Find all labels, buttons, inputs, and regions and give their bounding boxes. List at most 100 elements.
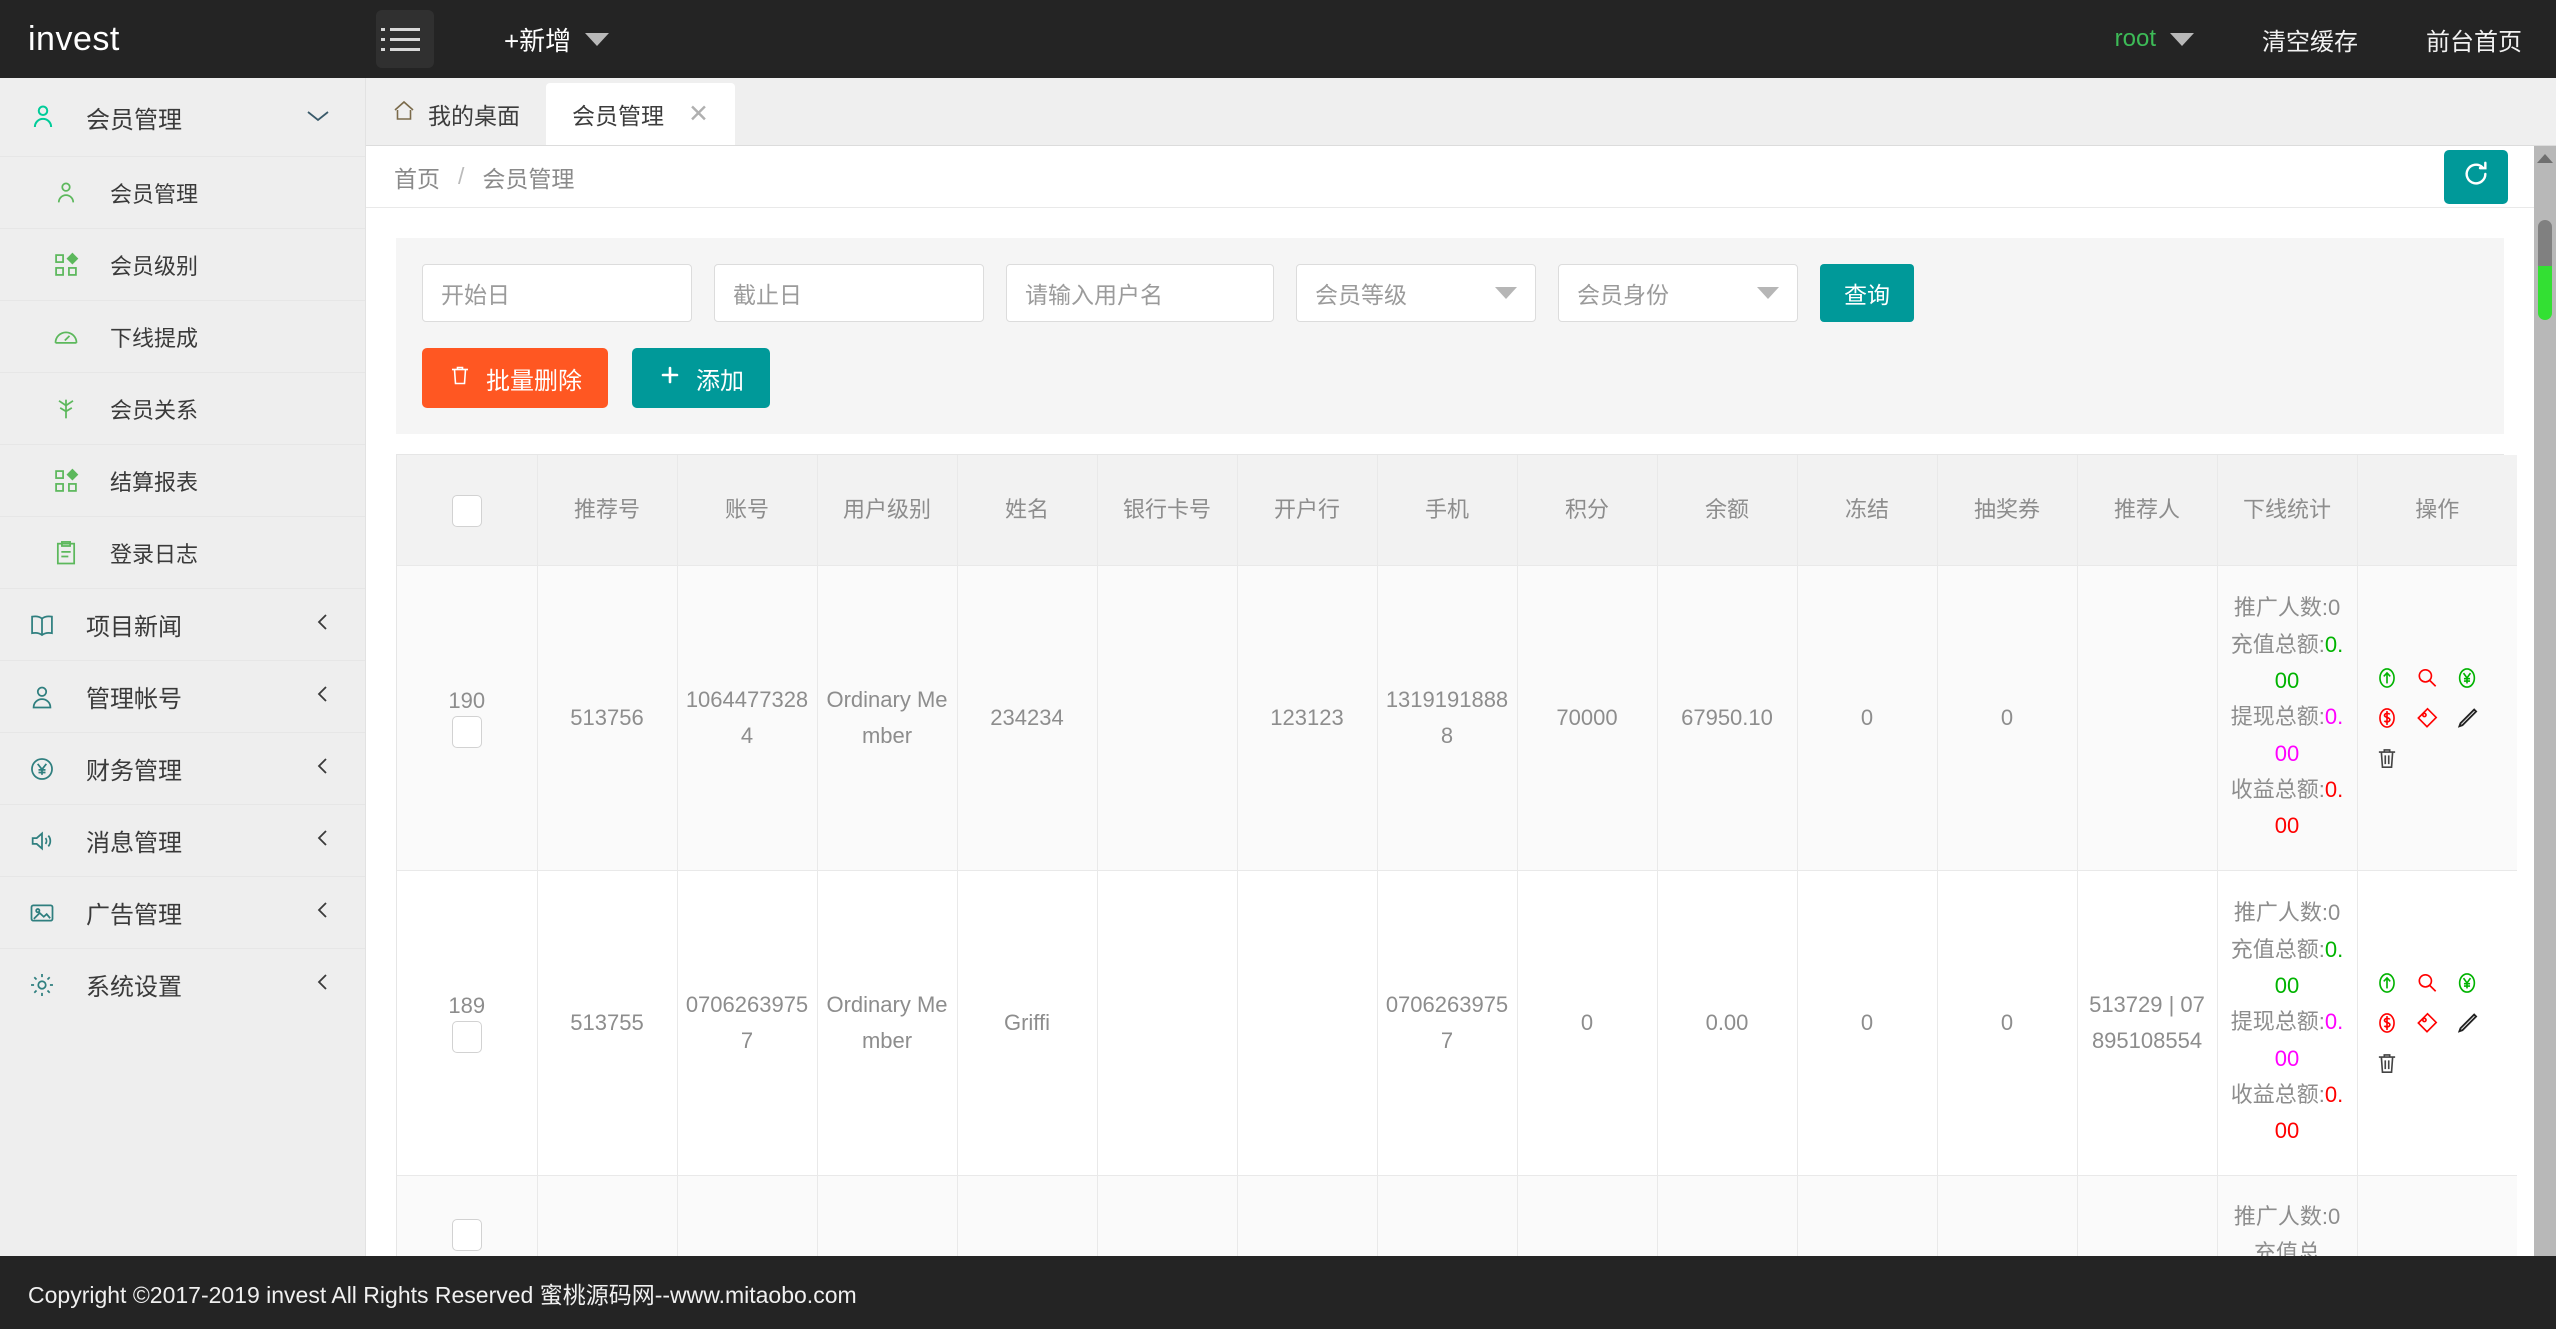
sidebar-item-label: 登录日志 xyxy=(110,537,331,569)
cell-referrer: 513729 | 07895108554 xyxy=(2077,870,2217,1175)
sidebar-item-label: 消息管理 xyxy=(86,823,315,858)
user-icon xyxy=(28,102,68,132)
close-icon[interactable]: ✕ xyxy=(688,99,709,129)
scrollbar-thumb[interactable] xyxy=(2538,220,2552,320)
cell-lottery xyxy=(1937,1175,2077,1256)
breadcrumb-home[interactable]: 首页 xyxy=(394,160,440,194)
member-level-select[interactable]: 会员等级 xyxy=(1296,264,1536,322)
home-icon xyxy=(392,99,416,129)
trash-icon[interactable] xyxy=(2372,1048,2402,1078)
end-date-input[interactable]: 截止日 xyxy=(714,264,984,322)
refresh-icon xyxy=(2460,158,2492,196)
cell-bank xyxy=(1237,1175,1377,1256)
sidebar-item-8[interactable]: 管理帐号 xyxy=(0,660,365,732)
member-identity-placeholder: 会员身份 xyxy=(1577,276,1669,310)
query-button[interactable]: 查询 xyxy=(1820,264,1914,322)
members-table-wrapper: 推荐号 账号 用户级别 姓名 银行卡号 开户行 手机 积分 余额 冻结 抽奖券 … xyxy=(396,454,2504,1256)
dollar-circle-icon[interactable] xyxy=(2372,703,2402,733)
add-label: 添加 xyxy=(696,361,744,396)
cell-lottery: 0 xyxy=(1937,565,2077,870)
col-balance: 余额 xyxy=(1657,455,1797,565)
vertical-scrollbar[interactable] xyxy=(2534,146,2556,1256)
pencil-icon[interactable] xyxy=(2452,703,2482,733)
yen-circle-icon[interactable] xyxy=(2452,968,2482,998)
sidebar-item-11[interactable]: 广告管理 xyxy=(0,876,365,948)
members-table: 推荐号 账号 用户级别 姓名 银行卡号 开户行 手机 积分 余额 冻结 抽奖券 … xyxy=(397,455,2517,1256)
sidebar-item-12[interactable]: 系统设置 xyxy=(0,948,365,1020)
cell-operation xyxy=(2357,1175,2517,1256)
plus-icon xyxy=(658,363,682,394)
row-checkbox[interactable] xyxy=(452,716,482,748)
end-date-placeholder: 截止日 xyxy=(733,276,802,310)
sidebar-item-label: 管理帐号 xyxy=(86,679,315,714)
cell-balance: 67950.10 xyxy=(1657,565,1797,870)
downline-stats: 推广人数:0充值总额:0.00提现总额:0.00收益总额:0.00 xyxy=(2226,895,2349,1149)
batch-delete-label: 批量删除 xyxy=(486,361,582,396)
member-identity-select[interactable]: 会员身份 xyxy=(1558,264,1798,322)
row-select-cell xyxy=(397,1175,537,1256)
grid-icon xyxy=(52,467,92,495)
chevron-down-icon xyxy=(585,33,609,46)
scrollbar-track[interactable] xyxy=(2534,170,2556,1256)
refresh-button[interactable] xyxy=(2444,150,2508,204)
sidebar-item-label: 财务管理 xyxy=(86,751,315,786)
tab-my-desktop[interactable]: 我的桌面 xyxy=(366,83,546,145)
username-input[interactable]: 请输入用户名 xyxy=(1006,264,1274,322)
search-icon[interactable] xyxy=(2412,663,2442,693)
select-all-checkbox[interactable] xyxy=(452,495,482,527)
tag-icon[interactable] xyxy=(2412,1008,2442,1038)
cell-frozen xyxy=(1797,1175,1937,1256)
col-frozen: 冻结 xyxy=(1797,455,1937,565)
dollar-circle-icon[interactable] xyxy=(2372,1008,2402,1038)
search-icon[interactable] xyxy=(2412,968,2442,998)
sidebar-item-6[interactable]: 登录日志 xyxy=(0,516,365,588)
tag-icon[interactable] xyxy=(2412,703,2442,733)
table-head: 推荐号 账号 用户级别 姓名 银行卡号 开户行 手机 积分 余额 冻结 抽奖券 … xyxy=(397,455,2517,565)
menu-toggle-hamburger-icon[interactable] xyxy=(376,10,434,68)
row-checkbox[interactable] xyxy=(452,1021,482,1053)
sidebar-item-4[interactable]: 会员关系 xyxy=(0,372,365,444)
user-menu[interactable]: root xyxy=(2081,25,2228,53)
clear-cache-button[interactable]: 清空缓存 xyxy=(2228,22,2392,57)
cell-referral: 513755 xyxy=(537,870,677,1175)
yen-circle-icon[interactable] xyxy=(2452,663,2482,693)
recharge-stat: 充值总额:0.00 xyxy=(2226,627,2349,700)
add-new-label: +新增 xyxy=(504,21,571,58)
front-home-label: 前台首页 xyxy=(2426,22,2522,57)
table-header-row: 推荐号 账号 用户级别 姓名 银行卡号 开户行 手机 积分 余额 冻结 抽奖券 … xyxy=(397,455,2517,565)
pencil-icon[interactable] xyxy=(2452,1008,2482,1038)
front-home-link[interactable]: 前台首页 xyxy=(2392,22,2556,57)
cell-downline: 推广人数:0充值总额:0.00提现总额:0.00收益总额:0.00 xyxy=(2217,870,2357,1175)
start-date-input[interactable]: 开始日 xyxy=(422,264,692,322)
sidebar-item-5[interactable]: 结算报表 xyxy=(0,444,365,516)
cell-balance xyxy=(1657,1175,1797,1256)
cell-balance: 0.00 xyxy=(1657,870,1797,1175)
breadcrumb: 首页 / 会员管理 xyxy=(366,146,2534,208)
downline-stats: 推广人数:0充值总额:0.00提现总额:0.00收益总额:0.00 xyxy=(2226,590,2349,844)
trash-icon[interactable] xyxy=(2372,743,2402,773)
up-arrow-circle-icon[interactable] xyxy=(2372,663,2402,693)
withdraw-stat: 提现总额:0.00 xyxy=(2226,699,2349,772)
tab-member-management[interactable]: 会员管理 ✕ xyxy=(546,83,735,145)
row-checkbox[interactable] xyxy=(452,1219,482,1251)
tab-strip: 我的桌面 会员管理 ✕ xyxy=(366,78,2556,146)
sidebar-item-2[interactable]: 会员级别 xyxy=(0,228,365,300)
col-bankcard: 银行卡号 xyxy=(1097,455,1237,565)
scroll-up-arrow-icon[interactable] xyxy=(2534,146,2556,170)
sidebar-group-member-management[interactable]: 会员管理 xyxy=(0,78,365,156)
person-icon xyxy=(28,683,68,711)
sidebar-item-1[interactable]: 会员管理 xyxy=(0,156,365,228)
sidebar-item-7[interactable]: 项目新闻 xyxy=(0,588,365,660)
up-arrow-circle-icon[interactable] xyxy=(2372,968,2402,998)
add-button[interactable]: 添加 xyxy=(632,348,770,408)
sidebar-item-9[interactable]: 财务管理 xyxy=(0,732,365,804)
cell-downline: 推广人数:0充值总 xyxy=(2217,1175,2357,1256)
add-new-dropdown[interactable]: +新增 xyxy=(504,21,609,58)
cell-points: 0 xyxy=(1517,870,1657,1175)
cell-phone: 07062639757 xyxy=(1377,870,1517,1175)
batch-delete-button[interactable]: 批量删除 xyxy=(422,348,608,408)
tab-label: 我的桌面 xyxy=(428,97,520,131)
sidebar-item-3[interactable]: 下线提成 xyxy=(0,300,365,372)
tree-icon xyxy=(52,395,92,423)
sidebar-item-10[interactable]: 消息管理 xyxy=(0,804,365,876)
